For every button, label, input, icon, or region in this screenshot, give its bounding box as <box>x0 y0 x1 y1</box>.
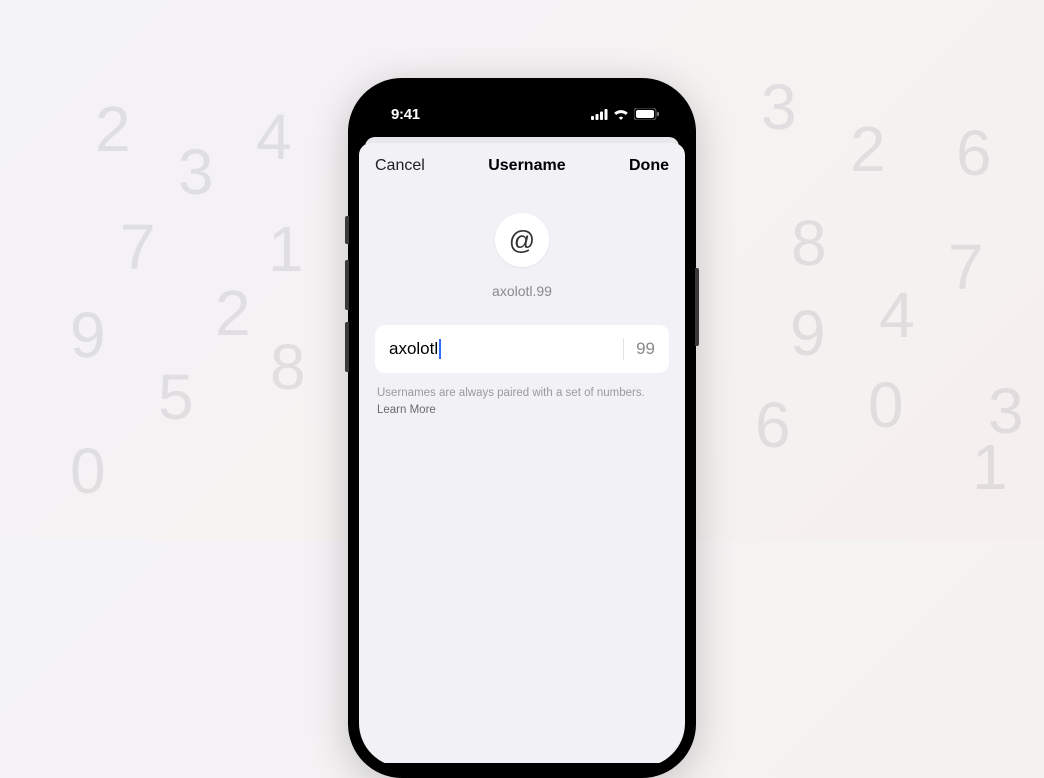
username-input-value: axolotl <box>389 339 438 359</box>
decorative-number: 8 <box>791 206 827 280</box>
decorative-number: 3 <box>761 70 797 144</box>
username-input-row[interactable]: axolotl 99 <box>375 325 669 373</box>
wifi-icon <box>613 109 629 120</box>
sheet-content: @ axolotl.99 axolotl 99 Usernames are al… <box>359 189 685 420</box>
decorative-number: 2 <box>95 92 131 166</box>
decorative-number: 3 <box>178 135 214 209</box>
dynamic-island <box>469 98 575 126</box>
phone-screen: 9:41 Cancel Username Done @ axolotl.99 a… <box>359 89 685 767</box>
helper-text-message: Usernames are always paired with a set o… <box>377 387 645 399</box>
decorative-number: 7 <box>948 230 984 304</box>
volume-down-button <box>345 322 349 372</box>
decorative-number: 6 <box>956 116 992 190</box>
decorative-number: 1 <box>972 430 1008 504</box>
username-input[interactable]: axolotl <box>389 339 611 359</box>
power-button <box>695 268 699 346</box>
decorative-number: 2 <box>850 112 886 186</box>
phone-frame: 9:41 Cancel Username Done @ axolotl.99 a… <box>348 78 696 778</box>
cancel-button[interactable]: Cancel <box>375 157 425 175</box>
sheet-title: Username <box>488 157 565 175</box>
helper-text: Usernames are always paired with a set o… <box>375 385 669 420</box>
volume-up-button <box>345 260 349 310</box>
battery-icon <box>634 108 659 120</box>
input-divider <box>623 338 624 360</box>
username-preview: axolotl.99 <box>375 283 669 299</box>
decorative-number: 0 <box>70 434 106 508</box>
username-sheet: Cancel Username Done @ axolotl.99 axolot… <box>359 143 685 763</box>
decorative-number: 7 <box>120 210 156 284</box>
decorative-number: 9 <box>790 296 826 370</box>
decorative-number: 1 <box>268 212 304 286</box>
done-button[interactable]: Done <box>629 157 669 175</box>
decorative-number: 2 <box>215 276 251 350</box>
nav-bar: Cancel Username Done <box>359 143 685 189</box>
cellular-icon <box>591 109 608 120</box>
learn-more-link[interactable]: Learn More <box>377 404 436 416</box>
status-time: 9:41 <box>391 106 420 123</box>
decorative-number: 0 <box>868 368 904 442</box>
mute-switch <box>345 216 349 244</box>
username-number-suffix: 99 <box>636 339 655 359</box>
status-icons <box>591 108 659 120</box>
decorative-number: 9 <box>70 298 106 372</box>
decorative-number: 5 <box>158 360 194 434</box>
at-sign-icon: @ <box>495 213 549 267</box>
decorative-number: 4 <box>256 100 292 174</box>
decorative-number: 6 <box>755 388 791 462</box>
decorative-number: 4 <box>879 278 915 352</box>
text-cursor <box>439 339 441 359</box>
decorative-number: 8 <box>270 330 306 404</box>
